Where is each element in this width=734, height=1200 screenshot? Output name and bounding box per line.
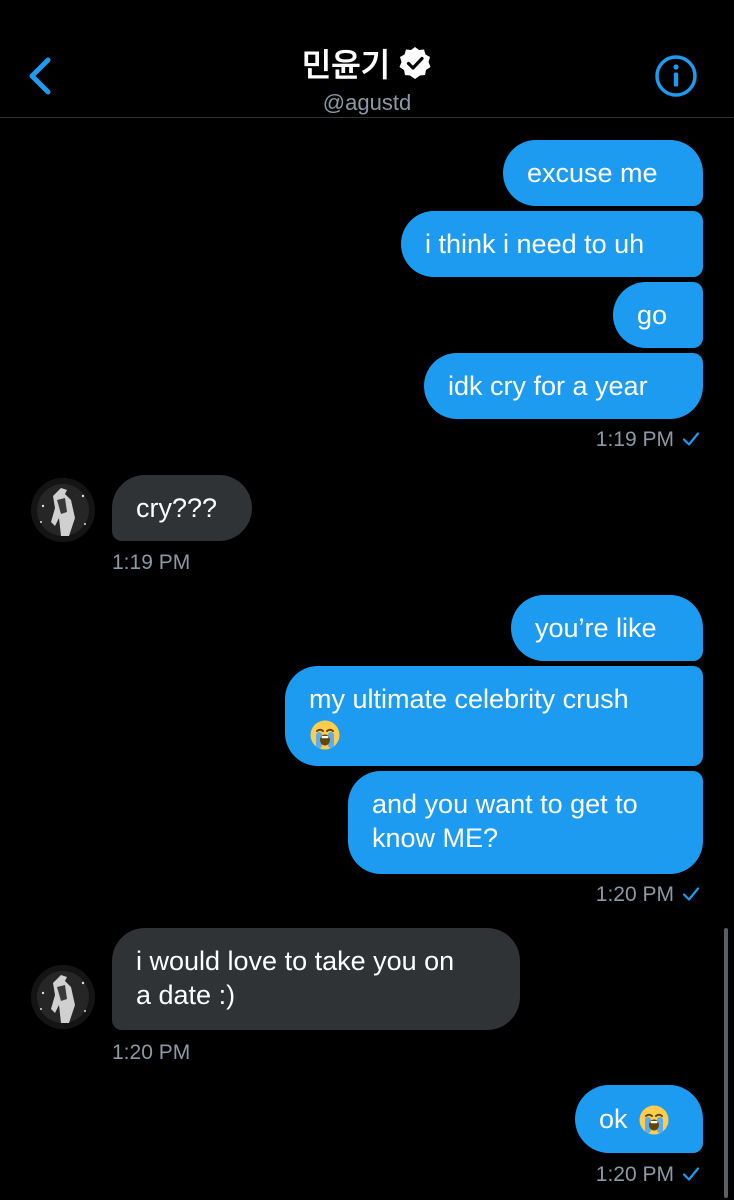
sent-message[interactable]: idk cry for a year — [424, 353, 703, 419]
message-text: i think i need to uh — [425, 229, 645, 259]
message-text: ok — [599, 1104, 628, 1134]
received-message[interactable]: i would love to take you on a date :) — [112, 928, 520, 1030]
conversation-header: 민윤기 @agustd — [0, 0, 734, 118]
message-text: a date :) — [136, 980, 236, 1010]
message-text: excuse me — [527, 158, 658, 188]
sent-message[interactable]: excuse me — [503, 140, 703, 206]
message-text: go — [637, 300, 668, 330]
sent-message[interactable]: you’re like — [511, 595, 703, 661]
message-text: cry??? — [136, 493, 218, 523]
read-checkmark-icon — [682, 887, 700, 901]
message-timestamp: 1:20 PM — [480, 1163, 700, 1187]
sent-message[interactable]: and you want to get to know ME? — [348, 771, 703, 874]
message-text: know ME? — [372, 823, 499, 853]
contact-handle: @agustd — [322, 90, 412, 115]
received-message[interactable]: cry??? — [112, 475, 252, 541]
verified-badge-icon — [399, 47, 431, 79]
loudly-crying-emoji-icon — [638, 1102, 670, 1137]
sent-message[interactable]: ok — [575, 1085, 703, 1153]
sent-message[interactable]: go — [613, 282, 703, 348]
contact-name: 민윤기 — [301, 47, 391, 83]
read-checkmark-icon — [682, 432, 700, 446]
info-icon[interactable] — [654, 54, 698, 98]
avatar-image-icon — [31, 478, 95, 542]
scrollbar[interactable] — [724, 928, 728, 1198]
message-timestamp: 1:19 PM — [112, 551, 191, 574]
message-text: i would love to take you on — [136, 946, 455, 976]
loudly-crying-emoji-icon — [309, 716, 341, 751]
sent-message[interactable]: i think i need to uh — [401, 211, 703, 277]
read-checkmark-icon — [682, 1167, 700, 1181]
message-text: my ultimate celebrity crush — [309, 684, 629, 714]
message-text: you’re like — [535, 613, 657, 643]
message-timestamp: 1:20 PM — [480, 883, 700, 907]
contact-avatar[interactable] — [31, 478, 95, 542]
conversation-title-block[interactable]: 민윤기 @agustd — [0, 40, 734, 116]
avatar-image-icon — [31, 965, 95, 1029]
message-timestamp: 1:20 PM — [112, 1041, 191, 1064]
contact-avatar[interactable] — [31, 965, 95, 1029]
sent-message[interactable]: my ultimate celebrity crush — [285, 666, 703, 766]
message-timestamp: 1:19 PM — [480, 428, 700, 452]
message-text: and you want to get to — [372, 789, 638, 819]
message-text: idk cry for a year — [448, 371, 648, 401]
